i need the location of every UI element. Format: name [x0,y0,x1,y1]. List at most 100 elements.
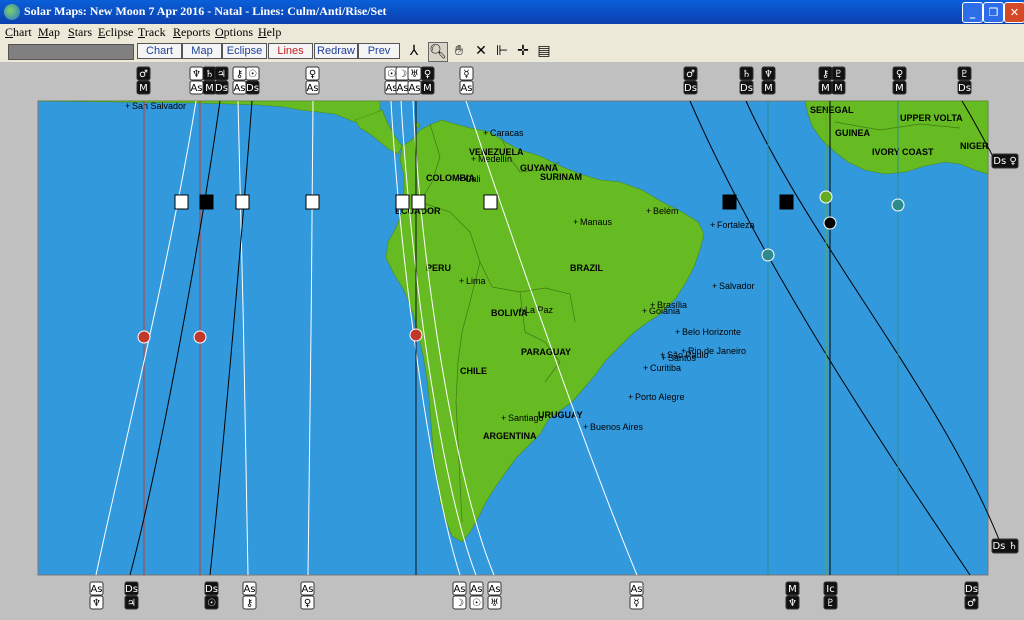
badge-label: M [139,83,148,94]
city-label: Belo Horizonte [682,327,741,337]
crosshair-icon[interactable]: ✛ [514,42,532,60]
country-label: CHILE [460,366,487,376]
mercury-box-marker[interactable] [483,194,498,210]
prev-button[interactable]: Prev [358,43,400,59]
redraw-button[interactable]: Redraw [314,43,358,59]
badge-label: ☉ [387,69,396,80]
city-label: Buenos Aires [590,422,644,432]
country-label: PERU [426,263,451,273]
badge-label: As [243,584,255,595]
report-icon[interactable]: ▤ [535,42,553,60]
venus-teal-marker[interactable] [891,198,905,212]
badge-label: ♂ [686,69,695,80]
city-dot: + [646,206,651,216]
pluto-marker[interactable] [823,216,837,230]
badge-label: As [396,83,408,94]
badge-label: ☽ [455,598,464,609]
cross-tool-icon[interactable]: ✕ [472,42,490,60]
city-dot: + [518,305,523,315]
title-bar: Solar Maps: New Moon 7 Apr 2016 - Natal … [0,0,1024,24]
ruler-tool-icon[interactable]: ⊩ [493,42,511,60]
side-badge-label: Ds ♄ [992,541,1017,552]
astro-map[interactable]: VENEZUELA GUYANA SURINAM COLOMBIA ECUADO… [0,62,1024,620]
badge-label: ♀ [896,69,903,80]
badge-label: As [488,584,500,595]
country-label: ARGENTINA [483,431,537,441]
city-label: Cali [465,174,481,184]
badge-label: ☿ [633,598,639,609]
badge-label: M [895,83,904,94]
badge-label: As [630,584,642,595]
person-pin-icon[interactable]: ⅄ [405,42,423,60]
badge-label: Ds [125,584,138,595]
badge-label: As [408,83,420,94]
city-label: Lima [466,276,486,286]
menu-options[interactable]: Options [215,25,253,40]
badge-label: M [205,83,214,94]
jupiter-box-marker[interactable] [199,194,214,210]
menu-map[interactable]: Map [38,25,60,40]
mars-box-marker[interactable] [722,194,737,210]
badge-label: ♀ [304,598,311,609]
city-dot: + [642,306,647,316]
chiron-marker[interactable] [819,190,833,204]
hand-pan-icon[interactable]: ✋︎ [450,42,468,60]
badge-label: As [306,83,318,94]
city-dot: + [661,353,666,363]
badge-label: Ds [740,83,753,94]
city-label: Porto Alegre [635,392,685,402]
country-label: NIGER [960,141,989,151]
badge-label: Ds [246,83,259,94]
saturn-box-marker[interactable] [779,194,794,210]
badge-label: ⚷ [246,598,253,609]
badge-label: Ds [215,83,228,94]
badge-label: Ds [965,584,978,595]
sun-box-marker-2[interactable] [395,194,410,210]
zoom-icon[interactable]: 🔍︎ [428,42,448,62]
city-dot: + [675,327,680,337]
mars-marker[interactable] [137,330,151,344]
badge-label: M [821,83,830,94]
side-badge[interactable]: Ds ♀ [991,153,1019,169]
venus-marker[interactable] [409,328,423,342]
badge-label: ⚷ [236,69,243,80]
menu-help[interactable]: Help [258,25,281,40]
badge-label: Ds [684,83,697,94]
side-badge[interactable]: Ds ♄ [991,538,1019,554]
badge-label: ♄ [742,69,751,80]
chart-button[interactable]: Chart [137,43,182,59]
city-label: Manaus [580,217,613,227]
city-dot: + [458,174,463,184]
lines-button[interactable]: Lines [268,43,313,59]
app-globe-icon[interactable] [4,4,20,20]
status-field [8,44,134,60]
menu-eclipse[interactable]: Eclipse [98,25,133,40]
eclipse-button[interactable]: Eclipse [222,43,267,59]
menu-track[interactable]: Track [138,25,166,40]
menu-stars[interactable]: Stars [68,25,92,40]
maximize-button[interactable]: ❐ [983,2,1004,23]
city-label: Medellín [478,154,512,164]
venus-box-marker[interactable] [305,194,320,210]
badge-label: ♃ [127,598,136,609]
badge-label: As [301,584,313,595]
close-button[interactable]: ✕ [1004,2,1024,23]
badge-label: ♆ [788,598,797,609]
menu-chart[interactable]: Chart [5,25,32,40]
saturn-marker[interactable] [193,330,207,344]
badge-label: M [764,83,773,94]
sun-box-marker[interactable] [235,194,250,210]
badge-label: ♂ [967,598,976,609]
badge-label: ♇ [834,69,843,80]
neptune-marker[interactable] [761,248,775,262]
badge-label: Ds [958,83,971,94]
city-dot: + [471,154,476,164]
city-dot: + [125,101,130,111]
city-label: San Salvador [132,101,186,111]
uranus-box-marker[interactable] [411,194,426,210]
neptune-box-marker[interactable] [174,194,189,210]
menu-reports[interactable]: Reports [173,25,210,40]
badge-label: As [233,83,245,94]
minimize-button[interactable]: _ [962,2,983,23]
map-button[interactable]: Map [182,43,222,59]
